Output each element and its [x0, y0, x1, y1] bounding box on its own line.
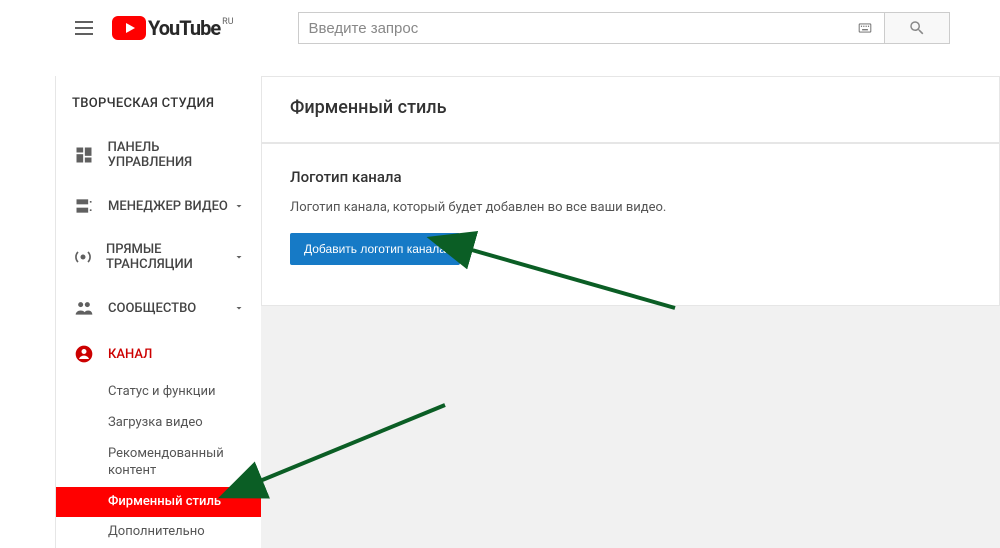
live-icon [72, 247, 94, 267]
search-input[interactable] [298, 12, 885, 44]
search-bar [298, 12, 950, 44]
sidebar-item-dashboard[interactable]: ПАНЕЛЬ УПРАВЛЕНИЯ [56, 127, 261, 183]
branding-card: Логотип канала Логотип канала, который б… [261, 143, 1000, 306]
search-button[interactable] [885, 12, 950, 44]
sidebar-item-community[interactable]: СООБЩЕСТВО [56, 285, 261, 331]
youtube-logo[interactable]: YouTube RU [112, 16, 234, 40]
nav-label: МЕНЕДЖЕР ВИДЕО [108, 199, 228, 214]
subitem-branding[interactable]: Фирменный стиль [56, 487, 261, 518]
chevron-down-icon [233, 302, 245, 314]
add-logo-button[interactable]: Добавить логотип канала [290, 233, 460, 265]
section-title: Логотип канала [290, 168, 971, 186]
sidebar-item-live-streaming[interactable]: ПРЯМЫЕ ТРАНСЛЯЦИИ [56, 229, 261, 285]
chevron-down-icon [233, 200, 245, 212]
channel-person-icon [72, 344, 96, 364]
sidebar-item-channel[interactable]: КАНАЛ [56, 331, 261, 377]
nav-label: КАНАЛ [108, 347, 152, 362]
search-icon [908, 19, 926, 37]
keyboard-icon[interactable] [855, 21, 875, 35]
channel-submenu: Статус и функции Загрузка видео Рекоменд… [56, 377, 261, 548]
subitem-advanced[interactable]: Дополнительно [108, 517, 261, 548]
nav-label: СООБЩЕСТВО [108, 301, 196, 316]
page-title: Фирменный стиль [261, 76, 1000, 143]
nav-label: ПРЯМЫЕ ТРАНСЛЯЦИИ [106, 242, 233, 272]
dashboard-icon [72, 145, 96, 165]
sidebar-item-video-manager[interactable]: МЕНЕДЖЕР ВИДЕО [56, 183, 261, 229]
video-manager-icon [72, 196, 96, 216]
main-panel: Фирменный стиль Логотип канала Логотип к… [261, 76, 1000, 548]
subitem-featured[interactable]: Рекомендованный контент [108, 439, 261, 487]
studio-title: ТВОРЧЕСКАЯ СТУДИЯ [56, 76, 261, 127]
subitem-status[interactable]: Статус и функции [108, 377, 261, 408]
hamburger-menu-icon[interactable] [72, 16, 96, 40]
subitem-upload[interactable]: Загрузка видео [108, 408, 261, 439]
youtube-play-icon [112, 16, 146, 40]
header: YouTube RU [0, 0, 1000, 56]
chevron-down-icon [233, 251, 245, 263]
logo-locale: RU [222, 17, 233, 27]
sidebar: ТВОРЧЕСКАЯ СТУДИЯ ПАНЕЛЬ УПРАВЛЕНИЯ МЕНЕ… [55, 76, 261, 548]
community-icon [72, 298, 96, 318]
section-desc: Логотип канала, который будет добавлен в… [290, 200, 971, 215]
logo-text: YouTube [148, 16, 220, 40]
nav-label: ПАНЕЛЬ УПРАВЛЕНИЯ [108, 140, 245, 170]
